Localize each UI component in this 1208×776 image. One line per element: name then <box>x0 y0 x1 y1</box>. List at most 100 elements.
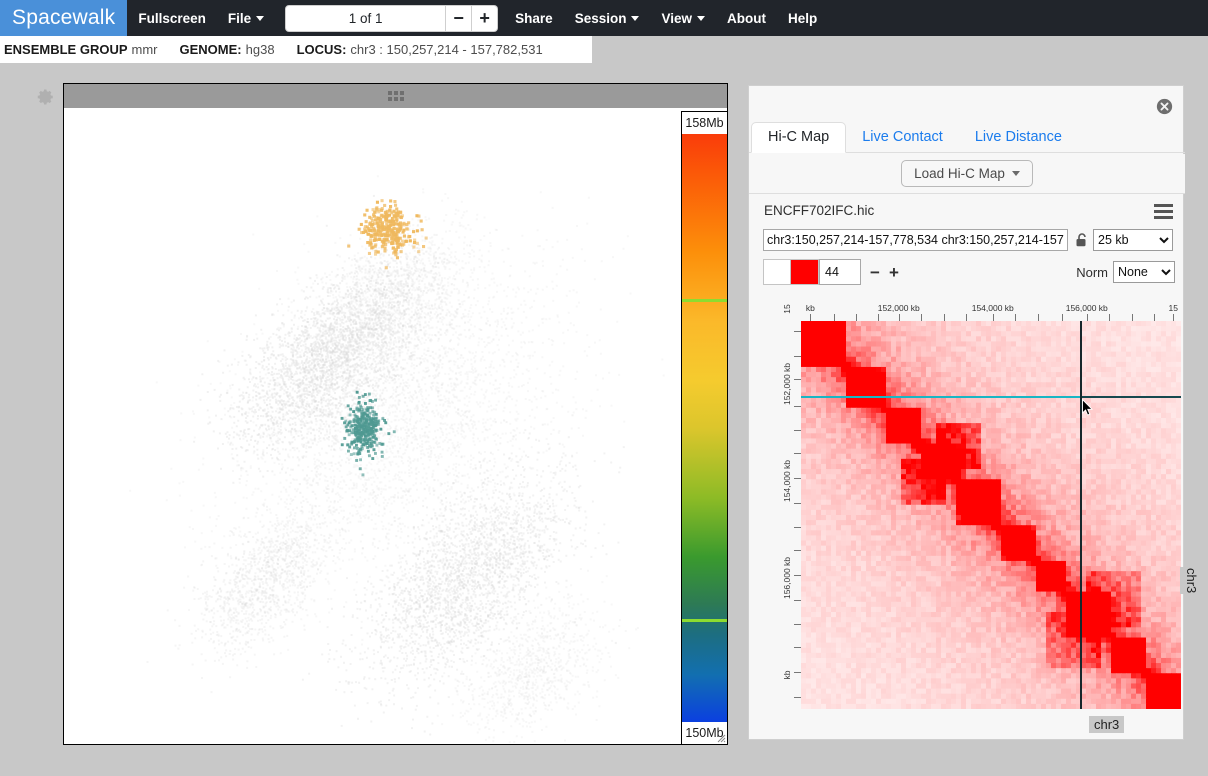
hic-panel: Hi-C Map Live Contact Live Distance Load… <box>748 85 1203 740</box>
y-tick <box>794 600 801 602</box>
ensemble-group-label: ENSEMBLE GROUP <box>4 42 128 57</box>
x-tick-label: 15 <box>1168 303 1178 313</box>
load-hic-map-button[interactable]: Load Hi-C Map <box>901 160 1033 187</box>
hic-browser: ENCFF702IFC.hic 25 kb50 kb100 kb250 kb50… <box>759 199 1203 733</box>
hic-threshold-decrement[interactable]: − <box>870 264 880 281</box>
x-tick-label: 156,000 kb <box>1065 303 1108 313</box>
x-tick <box>855 314 857 321</box>
mouse-cursor-icon <box>1082 398 1094 416</box>
colorbar-marker-upper <box>682 298 727 302</box>
genome-label: GENOME: <box>179 42 242 57</box>
gear-icon[interactable] <box>37 88 55 106</box>
nav-fullscreen[interactable]: Fullscreen <box>127 0 217 36</box>
x-tick <box>1173 314 1175 321</box>
ensemble-group-info: ENSEMBLE GROUP mmr <box>4 42 158 57</box>
y-tick <box>794 379 801 381</box>
x-tick <box>1131 314 1133 321</box>
y-tick <box>794 549 801 551</box>
x-tick <box>1015 314 1017 321</box>
chevron-down-icon <box>697 15 705 21</box>
nav-view-label: View <box>661 10 692 26</box>
locus-value: chr3 : 150,257,214 - 157,782,531 <box>350 42 543 57</box>
heatmap-crosshair-vertical <box>1080 321 1083 709</box>
genomic-position-colorbar[interactable]: 158Mb 150Mb <box>681 111 728 745</box>
y-tick <box>794 646 801 648</box>
y-tick <box>794 478 801 480</box>
nav-share-label: Share <box>515 10 553 26</box>
threed-panel-drag-bar[interactable] <box>64 84 727 108</box>
colorbar-marker-lower <box>682 619 727 623</box>
colorbar-gradient <box>682 134 727 722</box>
page-indicator[interactable]: 1 of 1 <box>285 4 447 32</box>
x-tick-label: kb <box>805 303 815 313</box>
nav-fullscreen-label: Fullscreen <box>138 10 206 26</box>
heatmap-canvas[interactable] <box>801 321 1181 709</box>
x-tick <box>1154 314 1156 321</box>
drag-handle-icon[interactable] <box>387 91 404 101</box>
x-tick <box>1037 314 1039 321</box>
tab-live-contact[interactable]: Live Contact <box>846 123 959 153</box>
x-tick <box>898 314 900 321</box>
y-tick <box>794 355 801 357</box>
heatmap-matrix <box>801 321 1181 709</box>
y-tick-label: kb <box>782 670 792 680</box>
y-tick <box>794 623 801 625</box>
nav-help-label: Help <box>787 10 818 26</box>
locus-info: LOCUS: chr3 : 150,257,214 - 157,782,531 <box>297 42 543 57</box>
chevron-down-icon <box>631 15 640 21</box>
x-tick-label: 154,000 kb <box>971 303 1014 313</box>
heatmap-x-chromosome-label: chr3 <box>1089 716 1125 733</box>
nav-view[interactable]: View <box>650 0 716 36</box>
hic-threshold-increment[interactable]: + <box>889 264 899 281</box>
x-tick <box>877 314 879 321</box>
page-increment-button[interactable]: + <box>472 4 499 32</box>
close-icon[interactable] <box>1156 98 1173 115</box>
hic-locus-input[interactable] <box>763 229 1068 251</box>
nav-share[interactable]: Share <box>504 0 564 36</box>
page-decrement-button[interactable]: − <box>446 4 473 32</box>
nav-session[interactable]: Session <box>564 0 651 36</box>
hic-norm-select[interactable]: NoneVCVC_SQRTKR <box>1113 261 1175 283</box>
colormap-low-swatch[interactable] <box>763 259 791 285</box>
threed-viewport-panel <box>63 83 728 745</box>
tab-live-distance[interactable]: Live Distance <box>959 123 1078 153</box>
genome-value: hg38 <box>245 42 275 57</box>
colorbar-max-label: 158Mb <box>682 112 727 134</box>
y-tick <box>794 697 801 699</box>
y-tick-label: 156,000 kb <box>782 557 792 600</box>
resize-handle-icon[interactable] <box>716 733 726 743</box>
genome-info: GENOME: hg38 <box>180 42 275 57</box>
hamburger-menu-icon[interactable] <box>1154 204 1173 219</box>
y-tick-label: 15 <box>782 303 792 314</box>
nav-help[interactable]: Help <box>777 0 828 36</box>
point-cloud-render <box>64 108 727 744</box>
nav-file-label: File <box>227 10 252 26</box>
nav-about[interactable]: About <box>716 0 777 36</box>
y-tick <box>794 406 801 408</box>
y-tick <box>794 575 801 577</box>
chevron-down-icon <box>1011 171 1020 176</box>
threed-point-cloud[interactable] <box>64 108 727 744</box>
heatmap-y-chromosome-label: chr3 <box>1180 567 1203 595</box>
colormap-high-swatch[interactable] <box>791 259 819 285</box>
app-brand[interactable]: Spacewalk <box>0 0 128 36</box>
x-tick <box>921 314 923 321</box>
x-tick <box>992 314 994 321</box>
unlock-icon[interactable] <box>1075 232 1089 248</box>
heatmap-crosshair-horizontal-highlight <box>801 395 1081 398</box>
y-tick <box>794 503 801 505</box>
x-tick-label: 152,000 kb <box>877 303 920 313</box>
nav-session-label: Session <box>574 10 627 26</box>
x-tick <box>1109 314 1111 321</box>
y-tick <box>794 526 801 528</box>
load-hic-map-label: Load Hi-C Map <box>914 166 1005 181</box>
y-tick <box>794 672 801 674</box>
hic-resolution-select[interactable]: 25 kb50 kb100 kb250 kb500 kb1 mb <box>1093 229 1173 251</box>
x-tick <box>810 314 812 321</box>
hic-norm-label: Norm <box>1076 264 1108 280</box>
page-stepper-group: 1 of 1 − + <box>285 4 499 32</box>
tab-hic-map[interactable]: Hi-C Map <box>751 121 847 153</box>
nav-file[interactable]: File <box>217 0 275 36</box>
hic-heatmap-area: kb 152,000 kb 154,000 kb 156,000 kb 15 15 152… <box>773 299 1203 733</box>
hic-threshold-value[interactable]: 44 <box>819 259 861 285</box>
